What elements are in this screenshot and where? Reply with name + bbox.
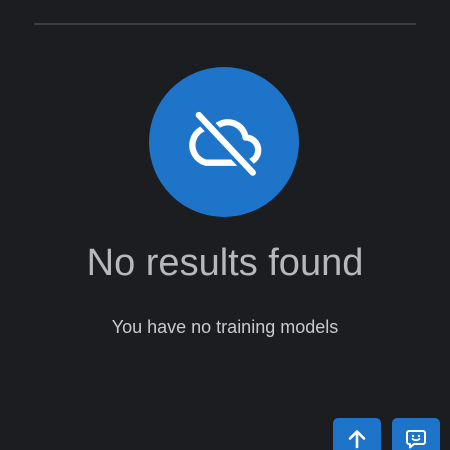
empty-state-message: You have no training models xyxy=(111,317,339,337)
feedback-button[interactable] xyxy=(392,418,440,450)
empty-state-badge xyxy=(149,67,299,217)
divider xyxy=(34,23,416,25)
empty-state-title: No results found xyxy=(86,242,364,284)
arrow-up-icon xyxy=(348,430,366,449)
feedback-icon xyxy=(406,430,426,449)
scroll-to-top-button[interactable] xyxy=(333,418,381,450)
cloud-off-icon xyxy=(189,108,262,180)
empty-state-page: No results found You have no training mo… xyxy=(0,0,450,450)
